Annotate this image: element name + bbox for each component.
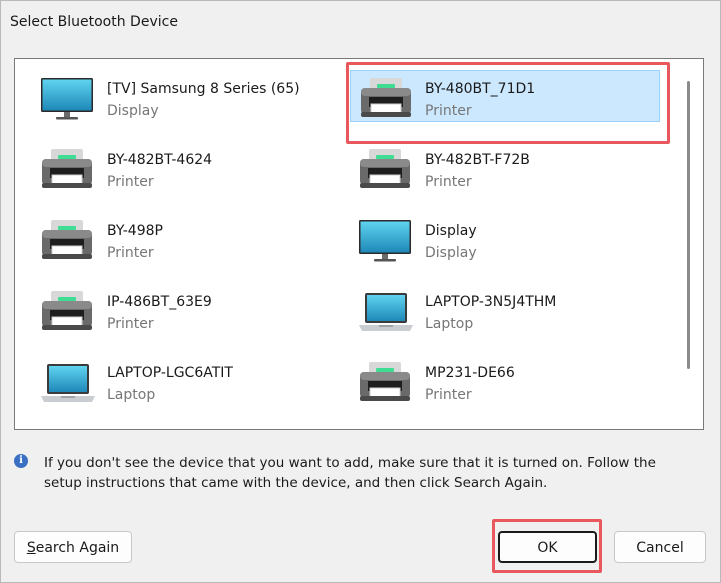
bluetooth-dialog: Select Bluetooth Device [TV] Samsung 8 S… [0,0,721,583]
device-type: Printer [107,316,154,332]
search-again-accesskey: S [26,540,36,556]
scrollbar-thumb[interactable] [687,81,690,369]
vertical-scrollbar[interactable] [676,59,703,429]
display-icon [39,76,95,122]
device-type: Printer [107,174,154,190]
printer-icon [39,147,95,193]
device-name: BY-482BT-4624 [107,152,213,168]
selection-highlight-box [346,62,670,144]
device-type: Laptop [107,387,156,403]
device-type: Laptop [425,316,474,332]
device-name: IP-486BT_63E9 [107,294,212,310]
device-type: Printer [425,174,472,190]
laptop-icon [39,360,95,406]
printer-icon [357,147,413,193]
printer-icon [39,289,95,335]
device-name: [TV] Samsung 8 Series (65) [107,81,300,97]
device-name: BY-498P [107,223,163,239]
dialog-title: Select Bluetooth Device [10,14,178,30]
ok-button[interactable]: OK [498,531,597,563]
laptop-icon [357,289,413,335]
device-name: MP231-DE66 [425,365,515,381]
info-text: If you don't see the device that you wan… [44,455,656,491]
device-type: Display [107,103,159,119]
cancel-button[interactable]: Cancel [614,531,706,563]
info-icon: i [14,454,28,468]
printer-icon [357,360,413,406]
device-type: Display [425,245,477,261]
printer-icon [39,218,95,264]
device-type: Printer [107,245,154,261]
device-item[interactable]: LAPTOP-LGC6ATIT Laptop [18,354,328,406]
display-icon [357,218,413,264]
device-name: BY-482BT-F72B [425,152,530,168]
device-item[interactable]: [TV] Samsung 8 Series (65) Display [18,70,328,122]
device-item[interactable]: IP-486BT_63E9 Printer [18,283,328,335]
device-name: LAPTOP-3N5J4THM [425,294,557,310]
device-name: Display [425,223,477,239]
device-item[interactable]: BY-482BT-4624 Printer [18,141,328,193]
device-item[interactable]: BY-482BT-F72B Printer [336,141,646,193]
device-name: LAPTOP-LGC6ATIT [107,365,233,381]
device-type: Printer [425,387,472,403]
device-item[interactable]: BY-498P Printer [18,212,328,264]
search-again-label: earch Again [35,540,120,556]
search-again-button[interactable]: Search Again [14,531,132,563]
device-item[interactable]: MP231-DE66 Printer [336,354,646,406]
device-item[interactable]: Display Display [336,212,646,264]
device-item[interactable]: LAPTOP-3N5J4THM Laptop [336,283,646,335]
